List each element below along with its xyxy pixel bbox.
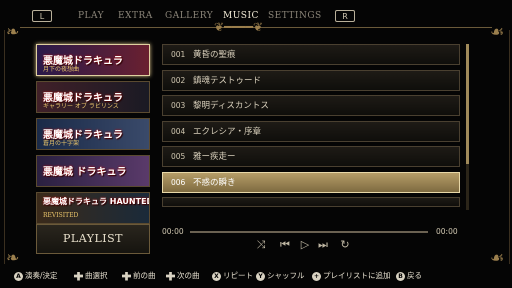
button-help-bar: A 演奏/決定 曲選択 前の曲 次の曲 X リピート Y シャッフル + プレイリストに… (0, 264, 512, 288)
tab-play[interactable]: PLAY (78, 11, 104, 21)
track-number: 006 (171, 177, 186, 187)
shuffle-icon[interactable]: ⤨ (254, 238, 268, 252)
a-button-icon: A (14, 271, 23, 281)
hint-label: 演奏/決定 (25, 271, 58, 280)
game-thumb-haunted-castle[interactable]: 悪魔城ドラキュラ HAUNTED CASTLE REVISITED (36, 192, 150, 224)
track-item-partial[interactable] (162, 197, 460, 207)
track-number: 002 (171, 75, 186, 85)
elapsed-time: 00:00 (162, 227, 184, 236)
y-button-icon: Y (256, 271, 265, 281)
track-item[interactable]: 002 鎮魂テストゥード (162, 69, 460, 91)
plus-button-icon: + (312, 271, 321, 281)
corner-ornament-top-right: ☙ (490, 22, 505, 41)
dpad-icon (122, 271, 131, 281)
hint-label: プレイリストに追加 (323, 271, 391, 280)
corner-ornament-top-left: ❧ (6, 22, 20, 41)
track-title: 雅ー疾走ー (193, 152, 236, 162)
previous-icon[interactable]: ⏮ (278, 238, 292, 252)
game-subtitle: 蒼月の十字架 (43, 140, 80, 147)
hint-shuffle: Y シャッフル (256, 270, 305, 281)
track-item[interactable]: 005 雅ー疾走ー (162, 146, 460, 167)
hint-track-select: 曲選択 (74, 270, 108, 281)
dpad-icon (166, 271, 175, 281)
track-item-selected[interactable]: 006 不惑の瞬き (162, 171, 460, 193)
playlist-button[interactable]: PLAYLIST (36, 224, 150, 254)
x-button-icon: X (212, 271, 221, 281)
game-subtitle: ギャラリー オブ ラビリンス (43, 103, 119, 110)
track-item[interactable]: 004 エクレシア・序章 (162, 120, 460, 142)
track-title: 黎明ディスカントス (193, 101, 269, 111)
game-title: 悪魔城ドラキュラ HAUNTED CASTLE (43, 197, 150, 206)
hint-add-to-playlist: + プレイリストに追加 (312, 270, 391, 281)
top-navigation: L PLAY EXTRA GALLERY MUSIC SETTINGS R ❦━… (0, 0, 512, 34)
repeat-icon[interactable]: ↻ (338, 238, 352, 252)
hint-play-confirm: A 演奏/決定 (14, 270, 58, 281)
hint-repeat: X リピート (212, 270, 253, 281)
hint-label: 前の曲 (133, 271, 156, 280)
track-item[interactable]: 001 黄昏の聖痕 (162, 44, 460, 65)
hint-label: シャッフル (267, 271, 305, 280)
game-thumb-portrait[interactable]: 悪魔城ドラキュラ ギャラリー オブ ラビリンス (36, 81, 150, 113)
hint-previous-track: 前の曲 (122, 270, 156, 281)
game-thumb-dracula[interactable]: 悪魔城 ドラキュラ (36, 155, 150, 187)
track-title: 黄昏の聖痕 (193, 50, 236, 60)
track-number: 005 (171, 152, 186, 161)
track-number: 004 (171, 126, 186, 136)
track-title: 鎮魂テストゥード (193, 75, 262, 86)
b-button-icon: B (396, 271, 405, 281)
seek-bar[interactable] (190, 231, 428, 233)
track-number: 003 (171, 101, 186, 110)
hint-back: B 戻る (396, 270, 422, 281)
tab-gallery[interactable]: GALLERY (165, 11, 213, 21)
track-title: エクレシア・序章 (193, 126, 262, 137)
game-subtitle: REVISITED (43, 212, 79, 219)
tab-extra[interactable]: EXTRA (118, 11, 153, 21)
track-number: 001 (171, 50, 186, 59)
r-shoulder-button[interactable]: R (335, 10, 355, 22)
playback-controls: ⤨ ⏮ ▷ ⏭ ↻ (254, 238, 364, 254)
hint-label: リピート (223, 271, 253, 280)
scrollbar-thumb[interactable] (466, 44, 469, 164)
tab-settings[interactable]: SETTINGS (268, 11, 322, 21)
track-scrollbar[interactable] (466, 44, 469, 210)
game-thumb-symphony[interactable]: 悪魔城ドラキュラ 月下の夜想曲 (36, 44, 150, 76)
game-list: 悪魔城ドラキュラ 月下の夜想曲 悪魔城ドラキュラ ギャラリー オブ ラビリンス … (36, 44, 152, 229)
track-list: 001 黄昏の聖痕 002 鎮魂テストゥード 003 黎明ディスカントス 004 エクレ… (162, 44, 460, 212)
game-title: 悪魔城 ドラキュラ (43, 167, 127, 178)
hint-next-track: 次の曲 (166, 270, 200, 281)
track-item[interactable]: 003 黎明ディスカントス (162, 95, 460, 116)
total-time: 00:00 (436, 227, 458, 236)
next-icon[interactable]: ⏭ (316, 238, 330, 252)
track-title: 不惑の瞬き (193, 177, 236, 188)
hint-label: 曲選択 (85, 271, 108, 280)
l-shoulder-button[interactable]: L (32, 10, 52, 22)
game-thumb-dawn[interactable]: 悪魔城ドラキュラ 蒼月の十字架 (36, 118, 150, 150)
game-subtitle: 月下の夜想曲 (43, 66, 80, 73)
play-icon[interactable]: ▷ (298, 238, 312, 252)
hint-label: 次の曲 (177, 271, 200, 280)
hint-label: 戻る (407, 271, 422, 280)
dpad-icon (74, 271, 83, 281)
